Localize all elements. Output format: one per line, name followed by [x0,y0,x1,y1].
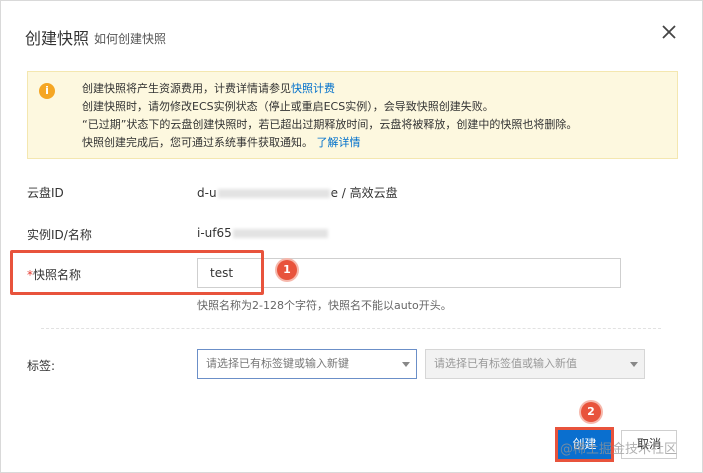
snapshot-billing-link[interactable]: 快照计费 [291,82,335,95]
notice-line: “已过期”状态下的云盘创建快照时，若已超出过期释放时间，云盘将被释放，创建中的快… [82,118,578,131]
notice-line: 创建快照时，请勿修改ECS实例状态（停止或重启ECS实例），会导致快照创建失败。 [82,100,494,113]
watermark: @稀土掘金技术社区 [560,442,678,457]
disk-id-value: d-u e / 高效云盘 [197,186,398,200]
divider [41,328,661,329]
step2-badge: 2 [581,402,601,422]
how-to-create-snapshot-link[interactable]: 如何创建快照 [94,30,166,47]
disk-id-label: 云盘ID [27,186,64,200]
notice-line: 创建快照将产生资源费用，计费详情请参见快照计费 [82,82,335,95]
instance-label: 实例ID/名称 [27,228,92,242]
tag-key-select[interactable]: 请选择已有标签键或输入新键 [197,349,417,379]
info-icon: i [39,83,55,99]
instance-value: i-uf65 [197,226,329,240]
redacted-text [217,189,330,198]
redacted-text [232,229,328,238]
step1-highlight-box [10,250,264,295]
close-icon[interactable] [658,21,680,43]
chevron-down-icon [630,362,638,367]
tags-label: 标签: [27,359,56,373]
dialog-title: 创建快照 [25,29,90,48]
chevron-down-icon [402,362,410,367]
learn-more-link[interactable]: 了解详情 [317,136,361,149]
snapshot-name-hint: 快照名称为2-128个字符，快照名不能以auto开头。 [197,299,452,312]
notice-line: 快照创建完成后，您可通过系统事件获取通知。 了解详情 [82,136,361,149]
create-snapshot-dialog: 创建快照 如何创建快照 i 创建快照将产生资源费用，计费详情请参见快照计费 创建… [0,0,703,473]
step1-badge: 1 [277,260,297,280]
notice-lines: 创建快照将产生资源费用，计费详情请参见快照计费 创建快照时，请勿修改ECS实例状… [82,80,577,152]
fee-notice-banner: i 创建快照将产生资源费用，计费详情请参见快照计费 创建快照时，请勿修改ECS实… [27,71,678,159]
tag-value-select[interactable]: 请选择已有标签值或输入新值 [425,349,645,379]
